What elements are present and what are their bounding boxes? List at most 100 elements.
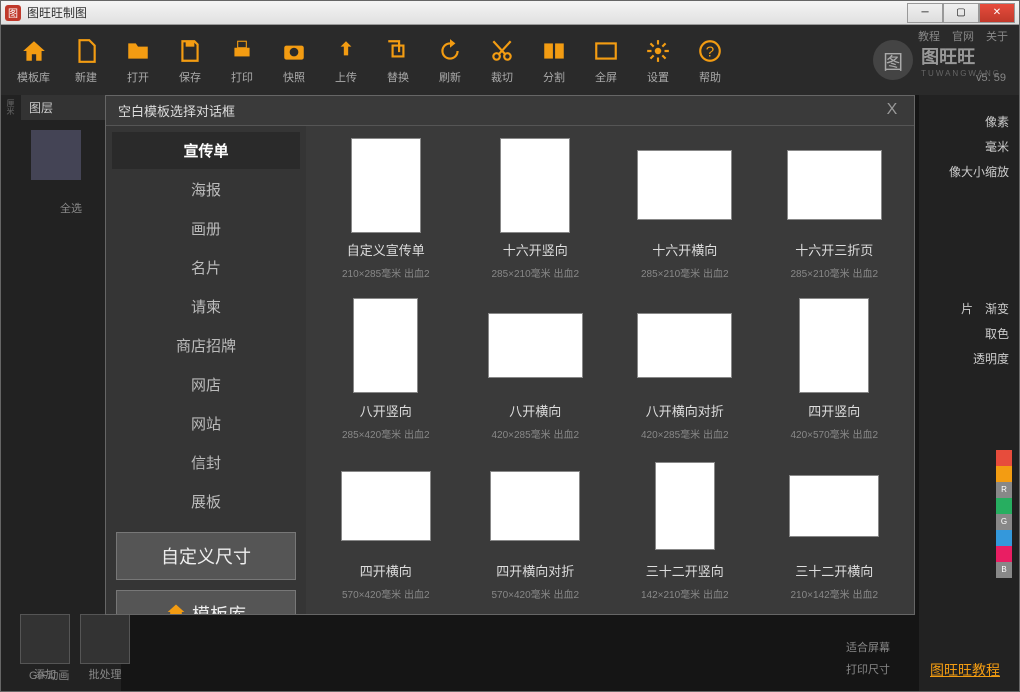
link-official[interactable]: 官网 xyxy=(952,28,974,44)
template-item[interactable]: 八开横向420×285毫米 出血2 xyxy=(466,297,606,444)
toolbar-settings[interactable]: 设置 xyxy=(634,31,682,89)
template-thumbnail xyxy=(799,298,869,393)
dialog-close-button[interactable]: X xyxy=(882,101,902,121)
color-swatch[interactable] xyxy=(996,530,1012,546)
template-thumbnail xyxy=(353,298,418,393)
print-size-button[interactable]: 打印尺寸 xyxy=(846,661,890,677)
tab-pic[interactable]: 片 xyxy=(961,300,973,317)
ruler-vertical: 厘米 xyxy=(1,95,21,691)
dialog-title: 空白模板选择对话框 xyxy=(118,101,235,120)
template-dimensions: 285×420毫米 出血2 xyxy=(342,426,430,441)
template-item[interactable]: 十六开三折页 285×210毫米 出血2 xyxy=(765,136,905,283)
file-icon xyxy=(70,35,102,67)
category-item[interactable]: 展板 xyxy=(112,483,300,520)
folder-icon xyxy=(122,35,154,67)
category-item[interactable]: 商店招牌 xyxy=(112,327,300,364)
brand-logo-icon: 图 xyxy=(873,40,913,80)
category-item[interactable]: 画册 xyxy=(112,210,300,247)
batch-button[interactable]: 批处理 xyxy=(80,614,130,682)
template-name: 三十二开竖向 xyxy=(646,561,724,580)
template-name: 八开横向对折 xyxy=(646,401,724,420)
template-item[interactable]: 自定义宣传单210×285毫米 出血2 xyxy=(316,136,456,283)
opacity-label: 透明度 xyxy=(973,350,1009,367)
category-item[interactable]: 信封 xyxy=(112,444,300,481)
toolbar-upload[interactable]: 上传 xyxy=(322,31,370,89)
minimize-button[interactable]: ─ xyxy=(907,3,943,23)
category-item[interactable]: 网店 xyxy=(112,366,300,403)
picker-label[interactable]: 取色 xyxy=(985,325,1009,342)
main-toolbar: 模板库新建打开保存打印快照上传替换刷新裁切分割全屏设置?帮助 图 图旺旺 TUW… xyxy=(1,25,1019,95)
maximize-button[interactable]: ▢ xyxy=(943,3,979,23)
template-dimensions: 285×210毫米 出血2 xyxy=(790,265,878,280)
template-name: 三十二开横向 xyxy=(795,561,873,580)
template-dimensions: 420×285毫米 出血2 xyxy=(641,426,729,441)
cut-icon xyxy=(486,35,518,67)
color-swatch[interactable] xyxy=(996,546,1012,562)
toolbar-help[interactable]: ?帮助 xyxy=(686,31,734,89)
add-icon xyxy=(20,614,70,664)
custom-size-button[interactable]: 自定义尺寸 xyxy=(116,532,296,580)
category-item[interactable]: 网站 xyxy=(112,405,300,442)
template-dimensions: 420×285毫米 出血2 xyxy=(491,426,579,441)
template-thumbnail xyxy=(655,462,715,550)
template-thumbnail xyxy=(341,471,431,541)
toolbar-file[interactable]: 新建 xyxy=(62,31,110,89)
color-strip: RG B xyxy=(996,450,1012,578)
template-name: 四开竖向 xyxy=(808,401,860,420)
unit-pixel[interactable]: 像素 xyxy=(985,113,1009,130)
template-item[interactable]: 三十二开横向210×142毫米 出血2 xyxy=(765,457,905,604)
color-swatch[interactable] xyxy=(996,466,1012,482)
toolbar-fullscreen[interactable]: 全屏 xyxy=(582,31,630,89)
template-item[interactable]: 四开横向570×420毫米 出血2 xyxy=(316,457,456,604)
template-item[interactable]: 八开竖向285×420毫米 出血2 xyxy=(316,297,456,444)
color-swatch[interactable]: R xyxy=(996,482,1012,498)
unit-mm[interactable]: 毫米 xyxy=(985,138,1009,155)
template-name: 十六开横向 xyxy=(652,240,717,259)
template-library-button[interactable]: 模板库 xyxy=(116,590,296,614)
settings-icon xyxy=(642,35,674,67)
template-dimensions: 285×210毫米 出血2 xyxy=(491,265,579,280)
toolbar-home[interactable]: 模板库 xyxy=(9,31,58,89)
category-item[interactable]: 名片 xyxy=(112,249,300,286)
layer-thumbnail[interactable] xyxy=(31,130,81,180)
template-name: 十六开三折页 xyxy=(795,240,873,259)
toolbar-print[interactable]: 打印 xyxy=(218,31,266,89)
tutorial-link[interactable]: 图旺旺教程 xyxy=(930,660,1000,680)
color-swatch[interactable] xyxy=(996,498,1012,514)
toolbar-cut[interactable]: 裁切 xyxy=(478,31,526,89)
toolbar-replace[interactable]: 替换 xyxy=(374,31,422,89)
template-item[interactable]: 四开横向对折570×420毫米 出血2 xyxy=(466,457,606,604)
split-icon xyxy=(538,35,570,67)
template-thumbnail xyxy=(488,313,583,378)
blank-template-dialog: 空白模板选择对话框 X 宣传单海报画册名片请柬商店招牌网店网站信封展板 自定义尺… xyxy=(105,95,915,615)
color-swatch[interactable] xyxy=(996,450,1012,466)
tab-gradient[interactable]: 渐变 xyxy=(985,300,1009,317)
category-list: 宣传单海报画册名片请柬商店招牌网店网站信封展板 自定义尺寸 模板库 xyxy=(106,126,306,614)
category-item[interactable]: 宣传单 xyxy=(112,132,300,169)
camera-icon xyxy=(278,35,310,67)
template-item[interactable]: 三十二开竖向142×210毫米 出血2 xyxy=(615,457,755,604)
template-item[interactable]: 十六开横向285×210毫米 出血2 xyxy=(615,136,755,283)
toolbar-folder[interactable]: 打开 xyxy=(114,31,162,89)
template-item[interactable]: 四开竖向420×570毫米 出血2 xyxy=(765,297,905,444)
template-thumbnail xyxy=(490,471,580,541)
template-dimensions: 210×285毫米 出血2 xyxy=(342,265,430,280)
save-icon xyxy=(174,35,206,67)
toolbar-split[interactable]: 分割 xyxy=(530,31,578,89)
zoom-label: 像大小缩放 xyxy=(949,163,1009,180)
close-button[interactable]: ✕ xyxy=(979,3,1015,23)
link-tutorial[interactable]: 教程 xyxy=(918,28,940,44)
category-item[interactable]: 海报 xyxy=(112,171,300,208)
toolbar-save[interactable]: 保存 xyxy=(166,31,214,89)
link-about[interactable]: 关于 xyxy=(986,28,1008,44)
batch-icon xyxy=(80,614,130,664)
color-swatch[interactable]: B xyxy=(996,562,1012,578)
toolbar-refresh[interactable]: 刷新 xyxy=(426,31,474,89)
template-item[interactable]: 八开横向对折 420×285毫米 出血2 xyxy=(615,297,755,444)
add-button[interactable]: 添加 xyxy=(20,614,70,682)
toolbar-camera[interactable]: 快照 xyxy=(270,31,318,89)
template-item[interactable]: 十六开竖向285×210毫米 出血2 xyxy=(466,136,606,283)
category-item[interactable]: 请柬 xyxy=(112,288,300,325)
color-swatch[interactable]: G xyxy=(996,514,1012,530)
fit-screen-button[interactable]: 适合屏幕 xyxy=(846,639,890,655)
